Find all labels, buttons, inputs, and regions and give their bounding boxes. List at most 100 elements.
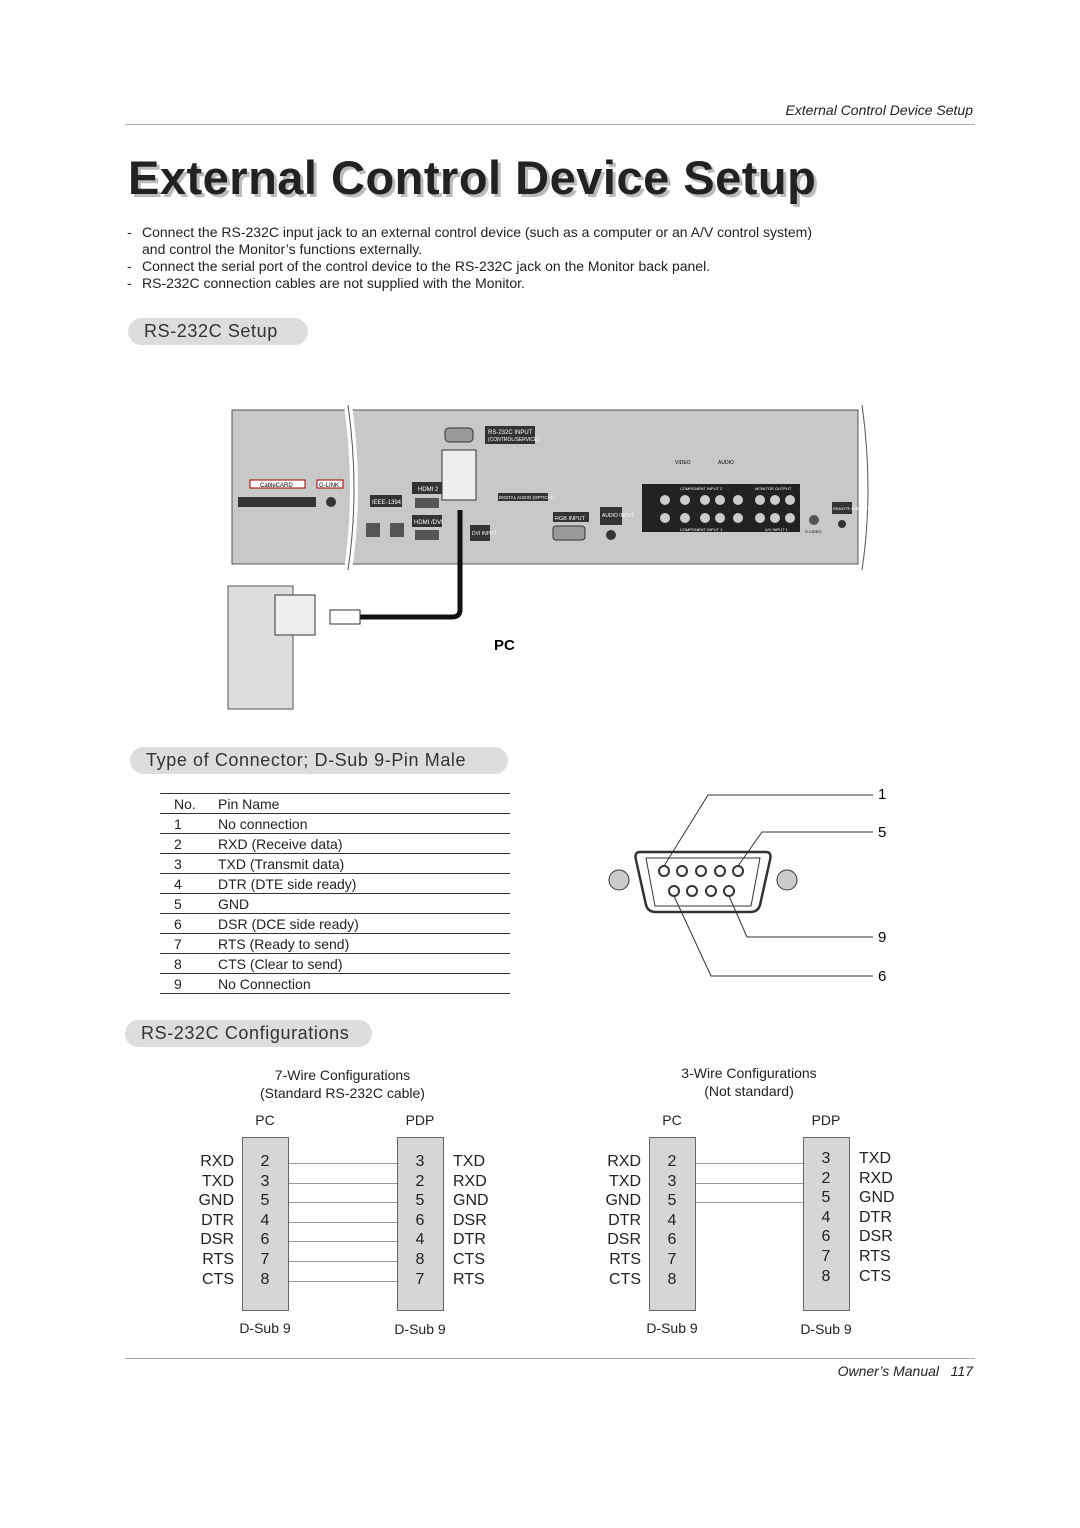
footer-rule bbox=[125, 1358, 975, 1359]
pc-pin: 7 bbox=[260, 1251, 270, 1268]
pc-heading: PC bbox=[662, 1112, 682, 1128]
pdp-pin: 6 bbox=[415, 1211, 425, 1229]
pdp-signal: DTR bbox=[859, 1208, 892, 1226]
pin-no: 1 bbox=[160, 813, 204, 834]
pc-signal: CTS bbox=[202, 1270, 234, 1288]
pdp-signal: GND bbox=[859, 1189, 895, 1207]
pdp-signal: CTS bbox=[859, 1267, 891, 1285]
pdp-signal: RXD bbox=[453, 1172, 487, 1190]
bullet: - RS-232C connection cables are not suppl… bbox=[127, 275, 525, 291]
rgb-label: RGB INPUT bbox=[555, 516, 586, 522]
pin-name: DTR (DTE side ready) bbox=[204, 873, 510, 894]
pc-pin: 6 bbox=[260, 1231, 270, 1249]
header-rule bbox=[125, 124, 975, 125]
pc-signal: DSR bbox=[200, 1231, 234, 1249]
pc-signal: GND bbox=[198, 1192, 234, 1210]
table-row: 8 CTS (Clear to send) bbox=[160, 953, 510, 974]
pc-signal: TXD bbox=[202, 1172, 234, 1190]
dsub9-connector-diagram: 1 5 9 6 bbox=[608, 786, 886, 985]
pdp-signal: GND bbox=[453, 1192, 489, 1210]
digital-audio-label: DIGITAL AUDIO (OPTICAL) bbox=[499, 495, 555, 500]
table-row: 2 RXD (Receive data) bbox=[160, 833, 510, 854]
pin-name: Pin Name bbox=[204, 793, 510, 814]
pdp-pin: 8 bbox=[415, 1251, 425, 1268]
hdmi2-label: HDMI 2 bbox=[418, 487, 439, 493]
pin-no: 5 bbox=[160, 893, 204, 914]
component2-label: COMPONENT INPUT 2 bbox=[680, 486, 723, 491]
cablecard-label: CableCARD bbox=[260, 483, 293, 489]
pdp-pin: 3 bbox=[415, 1153, 425, 1170]
pc-signal: RXD bbox=[200, 1153, 234, 1170]
pc-signal: RTS bbox=[202, 1251, 234, 1268]
pdp-signal: DTR bbox=[453, 1231, 486, 1249]
pin-name: No connection bbox=[204, 813, 510, 834]
pin-name: No Connection bbox=[204, 973, 510, 994]
pc-connector-type: D-Sub 9 bbox=[646, 1320, 698, 1336]
pin-no: 2 bbox=[160, 833, 204, 854]
dvi-label: DVI INPUT bbox=[472, 531, 497, 537]
table-row: 6 DSR (DCE side ready) bbox=[160, 913, 510, 934]
pdp-heading: PDP bbox=[405, 1112, 435, 1128]
pin-no: 7 bbox=[160, 933, 204, 954]
wire bbox=[289, 1221, 397, 1223]
svideo-label: S-VIDEO bbox=[805, 529, 821, 534]
page-number: 117 bbox=[950, 1363, 973, 1379]
pc-signal: DSR bbox=[607, 1231, 641, 1249]
pdp-signal: TXD bbox=[859, 1150, 891, 1167]
pdp-connector-type: D-Sub 9 bbox=[394, 1321, 446, 1337]
pc-signal: RXD bbox=[607, 1153, 641, 1170]
pin-name: RTS (Ready to send) bbox=[204, 933, 510, 954]
pdp-pin: 5 bbox=[415, 1192, 425, 1210]
pin-no: 8 bbox=[160, 953, 204, 974]
back-panel-diagram: RS-232C INPUT (CONTROL/SERVICE) CableCAR… bbox=[227, 404, 872, 710]
pc-pin: 2 bbox=[260, 1153, 270, 1170]
table-row: 9 No Connection bbox=[160, 973, 510, 994]
pc-pin: 3 bbox=[260, 1172, 270, 1190]
wire bbox=[289, 1202, 397, 1204]
section-connector-type: Type of Connector; D-Sub 9-Pin Male bbox=[130, 747, 508, 774]
glink-label: G-LINK bbox=[319, 483, 339, 489]
pc-pin: 8 bbox=[260, 1270, 270, 1288]
footer: Owner’s Manual 117 bbox=[838, 1363, 973, 1379]
pin-no: No. bbox=[160, 793, 204, 814]
running-header: External Control Device Setup bbox=[785, 102, 973, 118]
config-title: 7-Wire Configurations bbox=[274, 1067, 411, 1083]
wire bbox=[696, 1163, 803, 1164]
table-row: 7 RTS (Ready to send) bbox=[160, 933, 510, 954]
pdp-signal: RTS bbox=[859, 1248, 891, 1265]
footer-label: Owner’s Manual bbox=[837, 1363, 939, 1379]
rs232c-sub-label: (CONTROL/SERVICE) bbox=[488, 437, 539, 443]
pc-label: PC bbox=[494, 637, 515, 654]
pc-pin: 3 bbox=[667, 1172, 677, 1190]
pdp-signal: RXD bbox=[859, 1169, 893, 1187]
wire bbox=[289, 1261, 397, 1262]
pc-signal: GND bbox=[605, 1192, 641, 1210]
manual-page: External Control Device Setup External C… bbox=[0, 0, 1080, 1528]
pc-heading: PC bbox=[255, 1112, 275, 1128]
audio-input-label: AUDIO INPUT bbox=[602, 513, 634, 519]
table-row: 3 TXD (Transmit data) bbox=[160, 853, 510, 874]
pin-name: CTS (Clear to send) bbox=[204, 953, 510, 974]
pdp-pin: 3 bbox=[821, 1150, 831, 1167]
pc-signal: CTS bbox=[609, 1270, 641, 1288]
table-row: 4 DTR (DTE side ready) bbox=[160, 873, 510, 894]
wire bbox=[696, 1182, 803, 1184]
pin-label-5: 5 bbox=[878, 824, 886, 841]
bullet: - Connect the RS-232C input jack to an ex… bbox=[127, 224, 812, 240]
component1-label: COMPONENT INPUT 1 bbox=[680, 527, 723, 532]
config-title: 3-Wire Configurations bbox=[681, 1065, 817, 1081]
pin-no: 9 bbox=[160, 973, 204, 994]
bullet-cont: and control the Monitor’s functions exte… bbox=[142, 241, 423, 257]
pc-signal: DTR bbox=[201, 1211, 234, 1229]
pin-name: RXD (Receive data) bbox=[204, 833, 510, 854]
ieee-label: IEEE-1394 bbox=[372, 500, 402, 506]
page-title: External Control Device Setup bbox=[128, 151, 817, 204]
pin-no: 4 bbox=[160, 873, 204, 894]
pdp-signal: DSR bbox=[859, 1228, 893, 1246]
bullet-list: - Connect the RS-232C input jack to an ex… bbox=[127, 224, 812, 292]
pdp-pin: 4 bbox=[821, 1208, 831, 1226]
pin-name: TXD (Transmit data) bbox=[204, 853, 510, 874]
pc-signal: RTS bbox=[609, 1251, 641, 1268]
monitor-output-label: MONITOR OUTPUT bbox=[755, 486, 792, 491]
pc-pin: 2 bbox=[667, 1153, 677, 1170]
